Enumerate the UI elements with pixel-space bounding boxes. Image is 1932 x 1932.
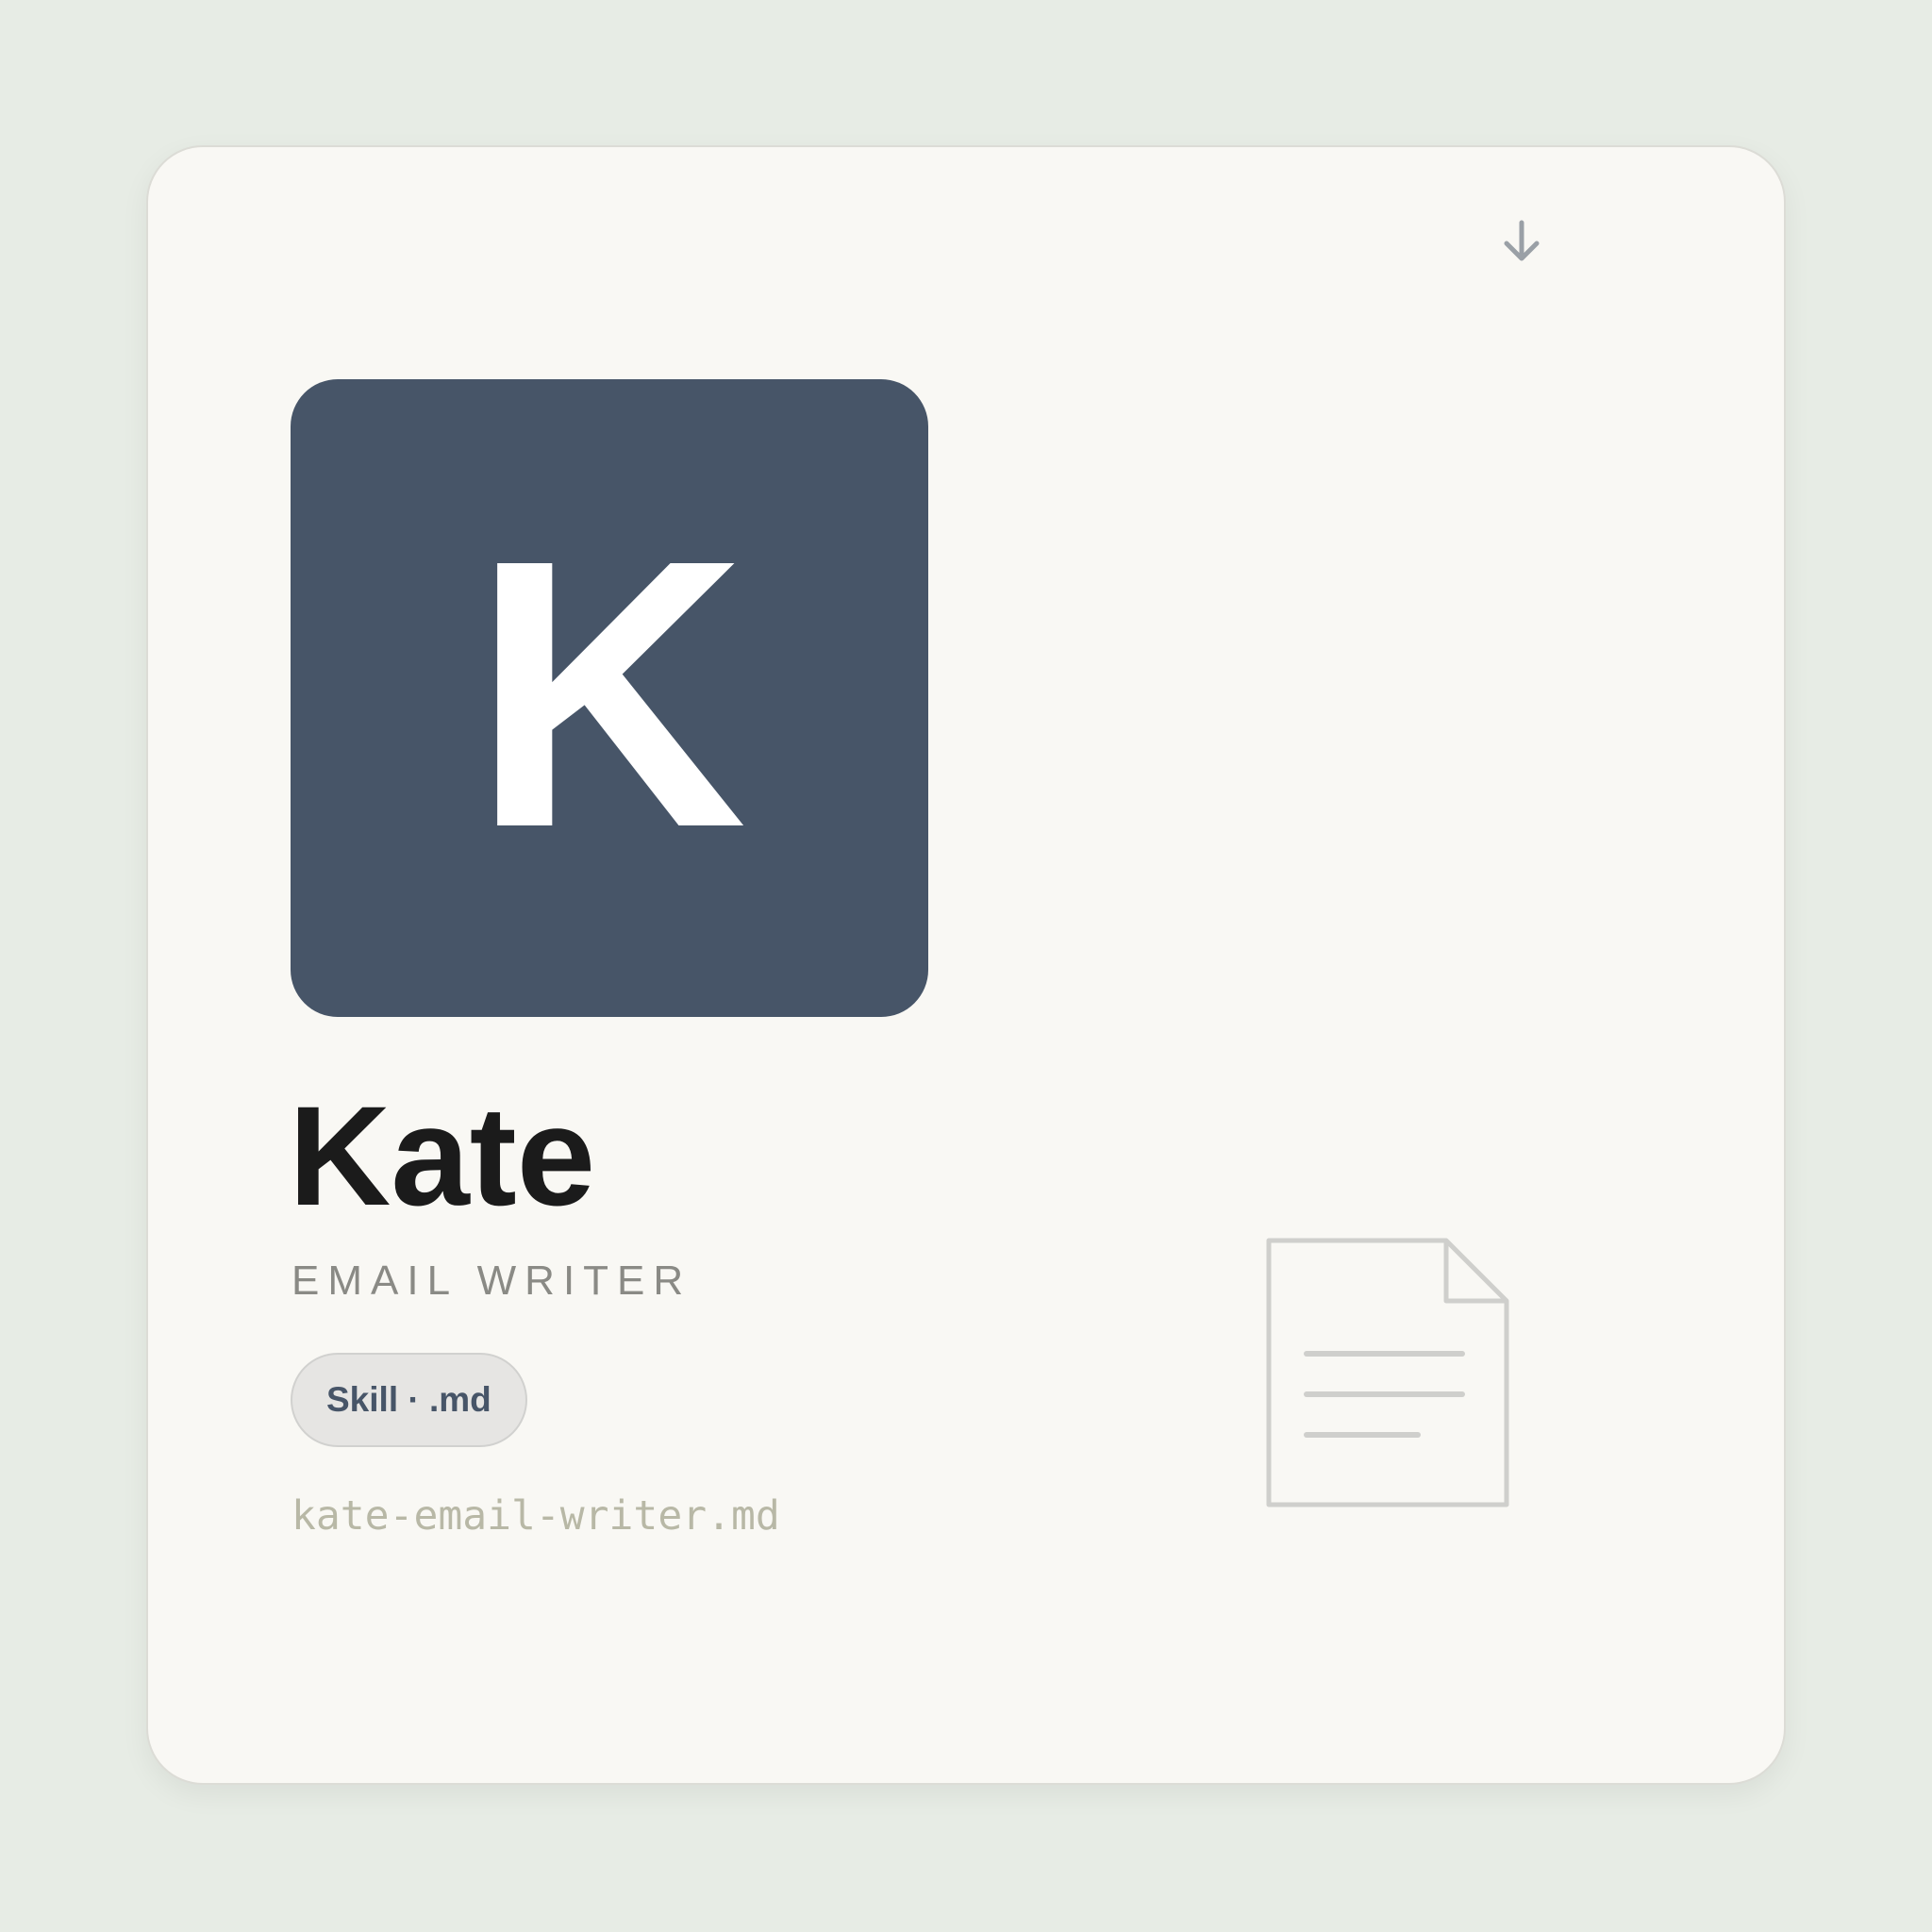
avatar-letter: K: [472, 480, 747, 907]
skill-type-badge: Skill · .md: [291, 1353, 527, 1447]
skill-role: EMAIL WRITER: [291, 1257, 692, 1304]
download-arrow-icon: [1504, 220, 1540, 261]
badge-label: Skill · .md: [326, 1380, 491, 1419]
download-button[interactable]: [1474, 194, 1569, 289]
avatar: K: [291, 379, 928, 1017]
document-icon: [1266, 1238, 1509, 1507]
skill-name: Kate: [289, 1076, 596, 1235]
file-name: kate-email-writer.md: [291, 1492, 780, 1540]
